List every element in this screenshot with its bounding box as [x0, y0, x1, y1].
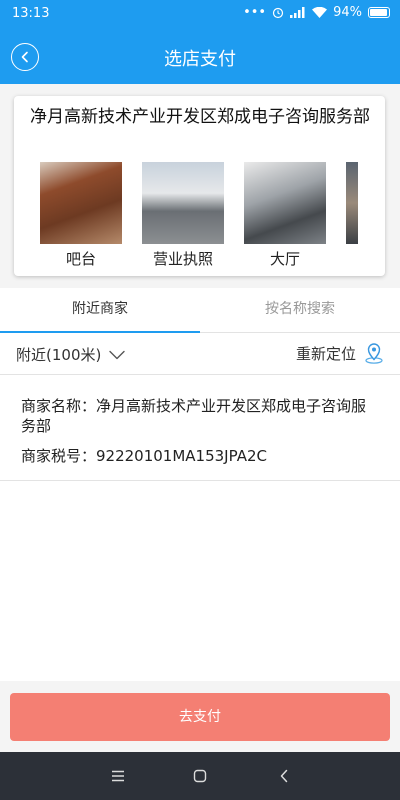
range-label: 附近(100米) — [16, 346, 102, 364]
back-icon[interactable] — [274, 766, 294, 786]
wifi-icon — [312, 7, 328, 18]
photo-partial[interactable] — [346, 162, 358, 269]
photo-caption: 吧台 — [65, 250, 96, 268]
photo-strip[interactable]: 吧台 营业执照 大厅 — [40, 162, 358, 269]
merchant-tax-line: 商家税号：92220101MA153JPA2C — [21, 447, 267, 465]
tab-search-by-name[interactable]: 按名称搜索 — [200, 288, 400, 332]
range-dropdown[interactable]: 附近(100米) — [16, 344, 126, 365]
battery-icon — [368, 7, 390, 18]
pay-button[interactable]: 去支付 — [10, 693, 390, 741]
license-photo — [142, 162, 224, 244]
signal-icon — [290, 7, 305, 18]
header: 选店支付 — [0, 28, 400, 84]
partial-photo — [346, 162, 358, 244]
relocate-label: 重新定位 — [295, 344, 356, 363]
photo-license[interactable]: 营业执照 — [142, 162, 224, 269]
tab-bar: 附近商家 按名称搜索 — [0, 288, 400, 333]
hall-photo — [244, 162, 326, 244]
tab-nearby[interactable]: 附近商家 — [0, 288, 200, 333]
chevron-down-icon — [109, 350, 126, 359]
photo-bar[interactable]: 吧台 — [40, 162, 122, 269]
status-bar: 13:13 ••• 94% — [0, 0, 400, 28]
battery-percent: 94% — [333, 5, 362, 20]
list-item[interactable]: 商家名称：净月高新技术产业开发区郑成电子咨询服务部 商家税号：92220101M… — [0, 375, 400, 481]
merchant-name: 净月高新技术产业开发区郑成电子咨询服务部 — [30, 107, 370, 127]
photo-hall[interactable]: 大厅 — [244, 162, 326, 269]
merchant-card: 净月高新技术产业开发区郑成电子咨询服务部 吧台 营业执照 大厅 — [14, 96, 385, 276]
page-title: 选店支付 — [164, 49, 236, 70]
filter-row: 附近(100米) 重新定位 — [0, 333, 400, 375]
merchant-list: 商家名称：净月高新技术产业开发区郑成电子咨询服务部 商家税号：92220101M… — [0, 375, 400, 681]
alarm-icon — [272, 7, 284, 18]
photo-caption: 营业执照 — [152, 250, 213, 268]
relocate-button[interactable]: 重新定位 — [296, 342, 384, 364]
system-nav-bar — [0, 752, 400, 800]
status-icons: ••• 94% — [243, 5, 390, 20]
menu-icon[interactable] — [108, 766, 128, 786]
dots-icon: ••• — [243, 5, 267, 20]
home-icon[interactable] — [190, 766, 210, 786]
photo-caption: 大厅 — [269, 250, 300, 268]
merchant-name-line: 商家名称：净月高新技术产业开发区郑成电子咨询服务部 — [21, 397, 367, 435]
location-pin-icon — [365, 343, 383, 364]
status-time: 13:13 — [12, 6, 50, 21]
bar-photo — [40, 162, 122, 244]
